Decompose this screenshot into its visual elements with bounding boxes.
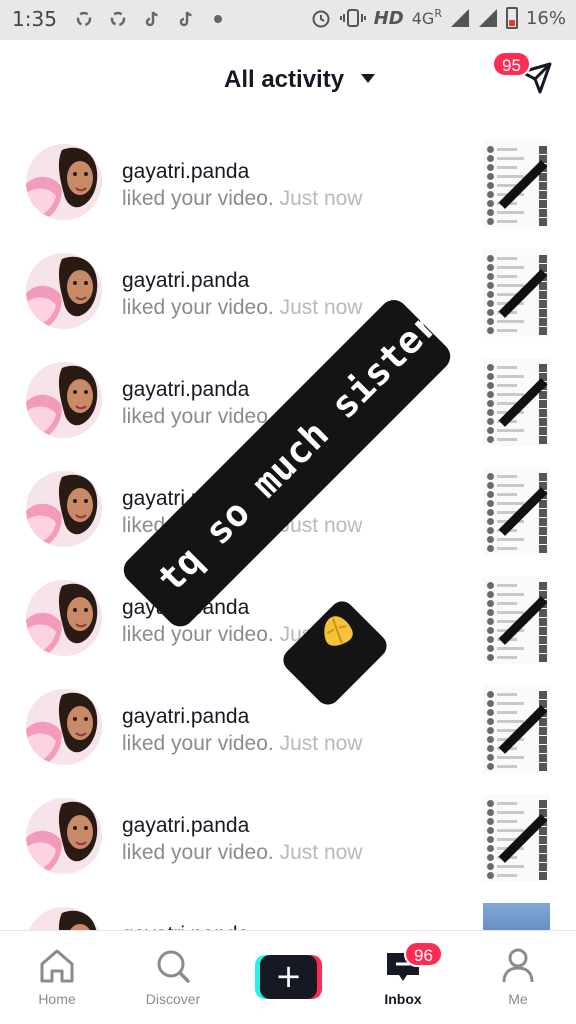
nav-discover[interactable]: Discover bbox=[118, 931, 228, 1024]
video-thumbnail[interactable] bbox=[483, 249, 550, 337]
nav-me[interactable]: Me bbox=[463, 931, 573, 1024]
video-thumbnail[interactable] bbox=[483, 358, 550, 446]
video-thumbnail[interactable] bbox=[483, 794, 550, 882]
battery-icon bbox=[505, 7, 518, 29]
video-thumbnail[interactable] bbox=[483, 685, 550, 773]
nav-home[interactable]: Home bbox=[2, 931, 112, 1024]
bottom-navigation: Home Discover + Inbox 96 Me bbox=[0, 930, 576, 1024]
username[interactable]: gayatri.panda bbox=[122, 378, 249, 402]
nav-home-label: Home bbox=[38, 991, 76, 1007]
activity-row[interactable]: gayatri.panda liked your video. Just now bbox=[0, 130, 576, 239]
avatar[interactable] bbox=[26, 471, 102, 547]
activity-action: liked your video. bbox=[122, 405, 274, 428]
home-icon bbox=[40, 949, 74, 983]
profile-icon bbox=[502, 948, 534, 983]
username[interactable]: gayatri.panda bbox=[122, 269, 249, 293]
vibrate-icon bbox=[339, 9, 366, 27]
activity-description: liked your video. Just now bbox=[122, 732, 362, 756]
avatar[interactable] bbox=[26, 580, 102, 656]
plus-icon: + bbox=[260, 955, 317, 999]
activity-row[interactable]: gayatri.panda liked your video. Just now bbox=[0, 675, 576, 784]
status-bar: 1:35 HD 4G R 16% bbox=[0, 0, 576, 40]
search-icon bbox=[157, 950, 190, 983]
inbox-badge: 96 bbox=[404, 941, 443, 967]
network-type: 4G bbox=[411, 8, 435, 28]
avatar[interactable] bbox=[26, 907, 102, 930]
username[interactable]: gayatri.panda bbox=[122, 923, 249, 930]
username[interactable]: gayatri.panda bbox=[122, 705, 249, 729]
signal-icon bbox=[450, 9, 469, 27]
network-label: HD bbox=[373, 7, 404, 29]
activity-header: All activity 95 bbox=[0, 40, 576, 120]
activity-action: liked your video. bbox=[122, 296, 274, 319]
nav-inbox-label: Inbox bbox=[384, 991, 422, 1007]
username[interactable]: gayatri.panda bbox=[122, 814, 249, 838]
battery-level: 16% bbox=[525, 7, 566, 29]
video-thumbnail[interactable] bbox=[483, 140, 550, 228]
activity-time: Just now bbox=[279, 732, 363, 755]
video-thumbnail[interactable] bbox=[483, 903, 550, 930]
avatar[interactable] bbox=[26, 689, 102, 765]
avatar[interactable] bbox=[26, 362, 102, 438]
notification-icons bbox=[74, 9, 222, 29]
video-thumbnail[interactable] bbox=[483, 576, 550, 664]
tiktok-icon bbox=[179, 11, 192, 27]
username[interactable]: gayatri.panda bbox=[122, 160, 249, 184]
activity-action: liked your video. bbox=[122, 187, 274, 210]
system-indicators: HD 4G R 16% bbox=[310, 7, 566, 29]
activity-row[interactable]: gayatri.panda liked your video. Just now bbox=[0, 239, 576, 348]
status-time: 1:35 bbox=[12, 7, 57, 31]
video-thumbnail[interactable] bbox=[483, 467, 550, 555]
activity-action: liked your video. bbox=[122, 732, 274, 755]
tiktok-icon bbox=[145, 11, 158, 27]
avatar[interactable] bbox=[26, 144, 102, 220]
avatar[interactable] bbox=[26, 798, 102, 874]
activity-action: liked your video. bbox=[122, 623, 274, 646]
signal-icon bbox=[478, 9, 497, 27]
activity-time: Just now bbox=[279, 841, 363, 864]
activity-action: liked your video. bbox=[122, 841, 274, 864]
roaming-indicator: R bbox=[434, 6, 442, 20]
messages-badge: 95 bbox=[492, 51, 531, 77]
nav-inbox[interactable]: Inbox bbox=[348, 931, 458, 1024]
alarm-icon bbox=[312, 10, 330, 28]
nav-me-label: Me bbox=[508, 991, 528, 1007]
activity-description: liked your video. Just now bbox=[122, 841, 362, 865]
activity-list[interactable]: gayatri.panda liked your video. Just now g… bbox=[0, 130, 576, 930]
sync-icon bbox=[76, 11, 92, 27]
more-notifications-dot bbox=[214, 15, 222, 23]
sync-icon bbox=[110, 11, 126, 27]
activity-time: Just now bbox=[279, 296, 363, 319]
activity-description: liked your video. Just now bbox=[122, 187, 362, 211]
create-video-button[interactable]: + bbox=[255, 955, 322, 999]
activity-time: Just now bbox=[279, 187, 363, 210]
activity-description: liked your video. Just now bbox=[122, 296, 362, 320]
activity-row[interactable]: gayatri.panda bbox=[0, 893, 576, 930]
nav-discover-label: Discover bbox=[145, 991, 201, 1007]
activity-filter-title[interactable]: All activity bbox=[224, 66, 344, 94]
activity-row[interactable]: gayatri.panda liked your video. Just now bbox=[0, 784, 576, 893]
chevron-down-icon[interactable] bbox=[361, 74, 375, 83]
avatar[interactable] bbox=[26, 253, 102, 329]
